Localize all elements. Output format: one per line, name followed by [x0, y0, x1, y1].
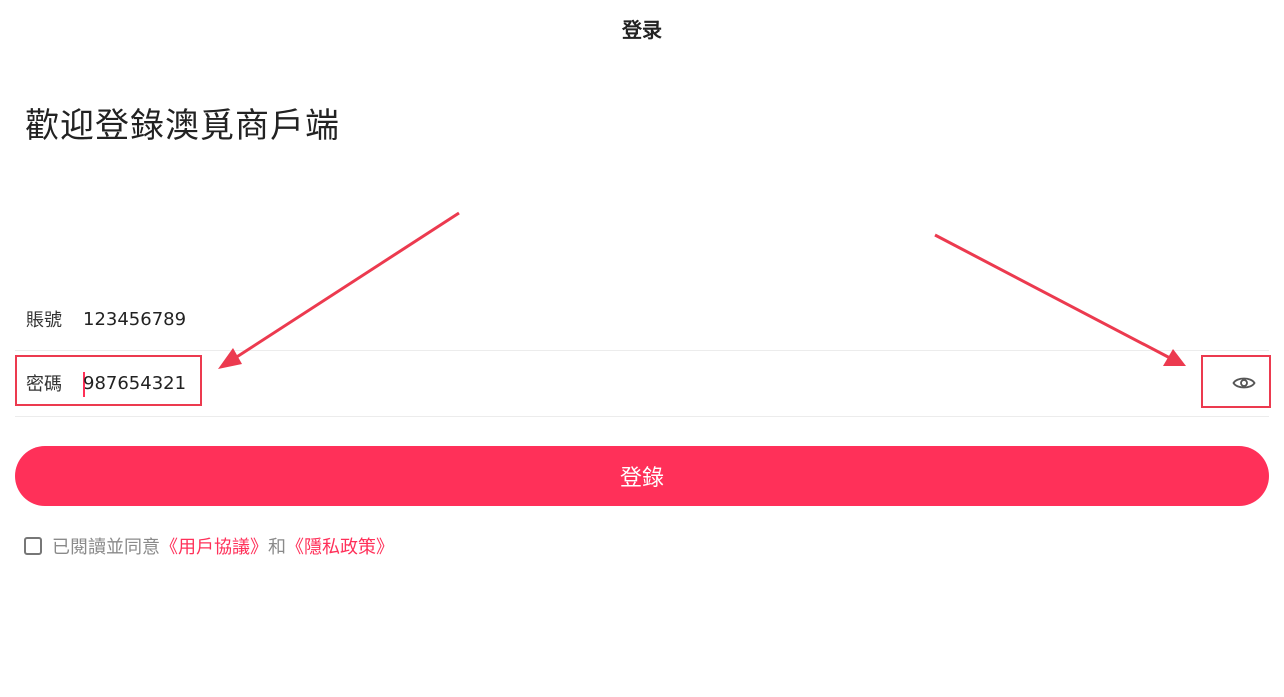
eye-highlight-box [1201, 355, 1271, 408]
login-page: 登录 歡迎登錄澳覓商戶端 賬號 123456789 密碼 987654321 登… [0, 0, 1284, 697]
agreement-row: 已閱讀並同意 《用戶協議》 和 《隱私政策》 [24, 533, 394, 559]
agreement-prefix: 已閱讀並同意 [52, 537, 160, 558]
password-highlight-box [15, 355, 202, 406]
login-button[interactable]: 登錄 [15, 446, 1269, 506]
user-agreement-link[interactable]: 《用戶協議》 [160, 533, 268, 559]
divider [15, 416, 1269, 417]
agreement-checkbox[interactable] [24, 537, 42, 555]
account-row[interactable]: 賬號 123456789 [15, 287, 1269, 351]
agreement-conjunction: 和 [268, 537, 286, 558]
page-title: 登录 [622, 18, 662, 42]
password-row[interactable]: 密碼 987654321 [15, 351, 1269, 415]
privacy-policy-link[interactable]: 《隱私政策》 [286, 533, 394, 559]
welcome-heading: 歡迎登錄澳覓商戶端 [25, 106, 340, 146]
account-label: 賬號 [26, 310, 62, 331]
account-input[interactable]: 123456789 [83, 309, 186, 330]
